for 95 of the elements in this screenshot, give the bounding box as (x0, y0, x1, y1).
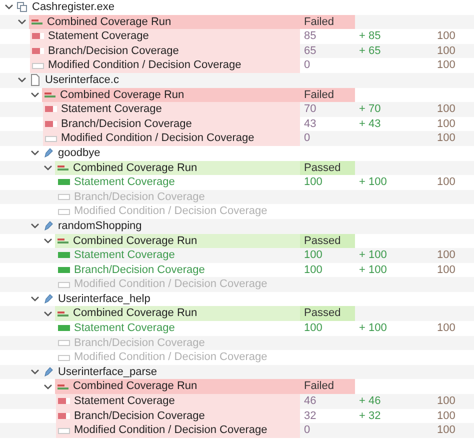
coverage-total: 100 (436, 248, 456, 263)
tree-node-label[interactable]: Userinterface_parse (58, 364, 158, 380)
coverage-total: 100 (436, 116, 456, 132)
coverage-value: 46 (303, 394, 316, 409)
coverage-value: 65 (303, 44, 316, 58)
coverage-delta: + 70 (358, 102, 381, 117)
chevron-down-icon[interactable] (17, 16, 27, 27)
file-icon (29, 74, 41, 86)
tree-row[interactable]: Branch/Decision Coverage 65 + 65 100 (0, 44, 474, 58)
coverage-value: 43 (303, 116, 316, 132)
tree-row[interactable]: Userinterface.c (0, 72, 474, 88)
metric-label[interactable]: Statement Coverage (74, 175, 175, 190)
tree-row[interactable]: Branch/Decision Coverage 43 + 43 100 (0, 116, 474, 132)
coverage-delta: + 65 (358, 44, 381, 58)
coverage-value: 0 (303, 131, 310, 146)
coverage-delta: + 100 (358, 321, 387, 336)
coverage-total: 100 (436, 102, 456, 117)
chevron-down-icon[interactable] (43, 382, 53, 392)
coverage-delta: + 85 (358, 29, 381, 44)
coverage-total: 100 (436, 29, 456, 44)
coverage-total: 100 (436, 394, 456, 409)
run-label[interactable]: Combined Coverage Run (73, 160, 198, 176)
chevron-down-icon[interactable] (30, 90, 40, 100)
coverage-value: 85 (303, 29, 316, 44)
tree-row[interactable]: Combined Coverage Run Failed (0, 14, 474, 30)
chevron-down-icon[interactable] (43, 162, 53, 173)
stacked-windows-icon (16, 1, 28, 14)
tree-row[interactable]: Combined Coverage Run Passed (0, 160, 474, 176)
coverage-delta: + 32 (358, 408, 381, 424)
coverage-total: 100 (436, 408, 456, 424)
tree-row[interactable]: Branch/Decision Coverage 100 + 100 100 (0, 262, 474, 278)
coverage-total: 100 (436, 44, 456, 58)
metric-label[interactable]: Branch/Decision Coverage (74, 262, 205, 278)
coverage-total: 100 (436, 58, 456, 73)
tree-row[interactable]: Statement Coverage 100 + 100 100 (0, 248, 474, 263)
tree-row[interactable]: Statement Coverage 70 + 70 100 (0, 102, 474, 117)
metric-label[interactable]: Statement Coverage (61, 102, 162, 117)
coverage-value: 70 (303, 102, 316, 117)
pencil-icon (42, 293, 54, 306)
coverage-delta: + 100 (358, 262, 387, 278)
tree-row[interactable]: Combined Coverage Run Passed (0, 234, 474, 248)
coverage-value: 100 (303, 321, 322, 336)
tree-row[interactable]: Branch/Decision Coverage 32 + 32 100 (0, 408, 474, 424)
tree-row[interactable]: Userinterface_parse (0, 364, 474, 380)
status-cell: Failed (300, 14, 355, 30)
run-label[interactable]: Combined Coverage Run (73, 306, 198, 322)
pencil-icon (42, 147, 54, 160)
tree-node-label[interactable]: Userinterface_help (58, 292, 150, 306)
coverage-delta: + 43 (358, 116, 381, 132)
tree-row[interactable]: Statement Coverage 46 + 46 100 (0, 394, 474, 409)
metric-label[interactable]: Modified Condition / Decision Coverage (48, 58, 242, 73)
run-label[interactable]: Combined Coverage Run (60, 88, 184, 102)
pencil-icon (42, 366, 54, 378)
status-cell: Failed (300, 379, 355, 394)
tree-row[interactable]: Combined Coverage Run Passed (0, 306, 474, 322)
pencil-icon (42, 220, 54, 232)
metric-label[interactable]: Branch/Decision Coverage (48, 44, 179, 58)
metric-label[interactable]: Modified Condition / Decision Coverage (61, 131, 254, 146)
tree-row[interactable]: randomShopping (0, 218, 474, 234)
tree-row[interactable]: Userinterface_help (0, 292, 474, 306)
metric-label[interactable]: Statement Coverage (48, 29, 149, 44)
coverage-total: 100 (436, 175, 456, 190)
tree-node-label[interactable]: Userinterface.c (45, 72, 119, 88)
status-cell: Passed (300, 160, 355, 176)
tree-row[interactable]: Modified Condition / Decision Coverage 0 100 (0, 131, 474, 146)
coverage-value: 0 (303, 58, 310, 73)
run-label[interactable]: Combined Coverage Run (47, 14, 172, 30)
coverage-value: 100 (303, 262, 322, 278)
run-label[interactable]: Combined Coverage Run (73, 379, 198, 394)
coverage-value: 100 (303, 248, 322, 263)
tree-node-label[interactable]: Cashregister.exe (32, 0, 115, 15)
coverage-delta: + 100 (358, 175, 387, 190)
coverage-total: 100 (436, 321, 456, 336)
coverage-delta: + 100 (358, 248, 387, 263)
chevron-down-icon[interactable] (43, 236, 53, 246)
metric-label[interactable]: Modified Condition / Decision Coverage (74, 423, 268, 438)
status-cell: Failed (300, 88, 355, 102)
coverage-total: 100 (436, 423, 456, 438)
metric-label[interactable]: Statement Coverage (74, 321, 175, 336)
coverage-delta: + 46 (358, 394, 381, 409)
coverage-value: 100 (303, 175, 322, 190)
tree-node-label[interactable]: goodbye (58, 146, 100, 161)
coverage-total: 100 (436, 262, 456, 278)
metric-label[interactable]: Branch/Decision Coverage (74, 408, 205, 424)
coverage-value: 0 (303, 423, 310, 438)
coverage-value: 32 (303, 408, 316, 424)
chevron-down-icon[interactable] (43, 308, 53, 319)
metric-label[interactable]: Branch/Decision Coverage (61, 116, 192, 132)
status-cell: Passed (300, 234, 355, 248)
tree-node-label[interactable]: randomShopping (58, 218, 142, 234)
tree-row[interactable]: Modified Condition / Decision Coverage 0 100 (0, 423, 474, 438)
coverage-total: 100 (436, 131, 456, 146)
status-cell: Passed (300, 306, 355, 322)
metric-label[interactable]: Statement Coverage (74, 394, 175, 409)
run-label[interactable]: Combined Coverage Run (73, 234, 198, 248)
